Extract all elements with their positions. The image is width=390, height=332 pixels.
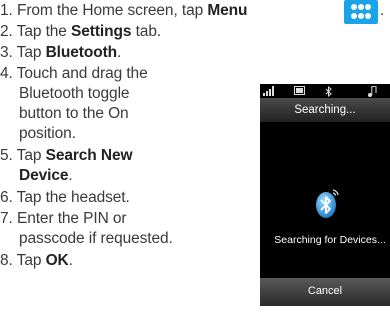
- menu-dot: [358, 4, 364, 10]
- step-bold: Device: [19, 167, 69, 184]
- step-text: .: [117, 44, 122, 61]
- step-bold: Menu: [207, 2, 248, 19]
- step-text: .: [68, 252, 73, 269]
- menu-dot: [365, 13, 371, 19]
- step-text: .: [380, 2, 385, 19]
- step-text: Tap: [16, 252, 46, 269]
- step-1: 1. From the Home screen, tap Menu: [0, 1, 248, 20]
- step-4-line-4: position.: [19, 124, 76, 143]
- step-text: Tap the: [16, 23, 72, 40]
- step-text: Touch and drag the: [16, 65, 148, 82]
- screen-header: Searching...: [260, 98, 390, 122]
- menu-dot: [358, 13, 364, 19]
- step-text: From the Home screen, tap: [16, 2, 208, 19]
- step-number: 2.: [0, 23, 13, 40]
- step-4-line-2: Bluetooth toggle: [19, 84, 130, 103]
- step-text: Tap the headset.: [16, 189, 130, 206]
- step-7: 7. Enter the PIN or: [0, 209, 127, 228]
- menu-dot: [351, 13, 357, 19]
- menu-dot: [365, 4, 371, 10]
- step-number: 8.: [0, 252, 13, 269]
- step-5-line-2: Device.: [19, 166, 73, 185]
- step-text: Tap: [16, 147, 46, 164]
- step-1-end: .: [380, 1, 384, 20]
- step-text: Enter the PIN or: [16, 210, 127, 227]
- phone-screen: Searching... Searching for Devices... Ca…: [260, 84, 390, 306]
- step-6: 6. Tap the headset.: [0, 188, 130, 207]
- step-5: 5. Tap Search New: [0, 146, 133, 165]
- step-bold: Search New: [45, 147, 133, 164]
- step-number: 5.: [0, 147, 13, 164]
- searching-message: Searching for Devices...: [274, 234, 386, 246]
- step-bold: OK: [45, 252, 69, 269]
- step-text: Bluetooth toggle: [19, 85, 130, 102]
- step-bold: Settings: [71, 23, 132, 40]
- step-7-line-2: passcode if requested.: [19, 229, 173, 248]
- step-number: 3.: [0, 44, 13, 61]
- step-bold: Bluetooth: [45, 44, 118, 61]
- step-text: tab.: [131, 23, 162, 40]
- step-text: .: [68, 167, 73, 184]
- step-text: button to the On: [19, 105, 129, 122]
- menu-dot: [351, 4, 357, 10]
- step-number: 6.: [0, 189, 13, 206]
- step-4-line-3: button to the On: [19, 104, 129, 123]
- step-number: 4.: [0, 65, 13, 82]
- step-text: Tap: [16, 44, 46, 61]
- battery-icon: [294, 86, 306, 98]
- menu-grid-icon: [344, 0, 378, 24]
- step-3: 3. Tap Bluetooth.: [0, 43, 121, 62]
- step-number: 7.: [0, 210, 13, 227]
- cancel-button[interactable]: Cancel: [260, 278, 390, 306]
- step-2: 2. Tap the Settings tab.: [0, 22, 161, 41]
- bluetooth-icon: [314, 188, 340, 220]
- step-text: position.: [19, 125, 76, 142]
- step-4: 4. Touch and drag the: [0, 64, 148, 83]
- step-number: 1.: [0, 2, 13, 19]
- step-8: 8. Tap OK.: [0, 251, 73, 270]
- step-text: passcode if requested.: [19, 230, 173, 247]
